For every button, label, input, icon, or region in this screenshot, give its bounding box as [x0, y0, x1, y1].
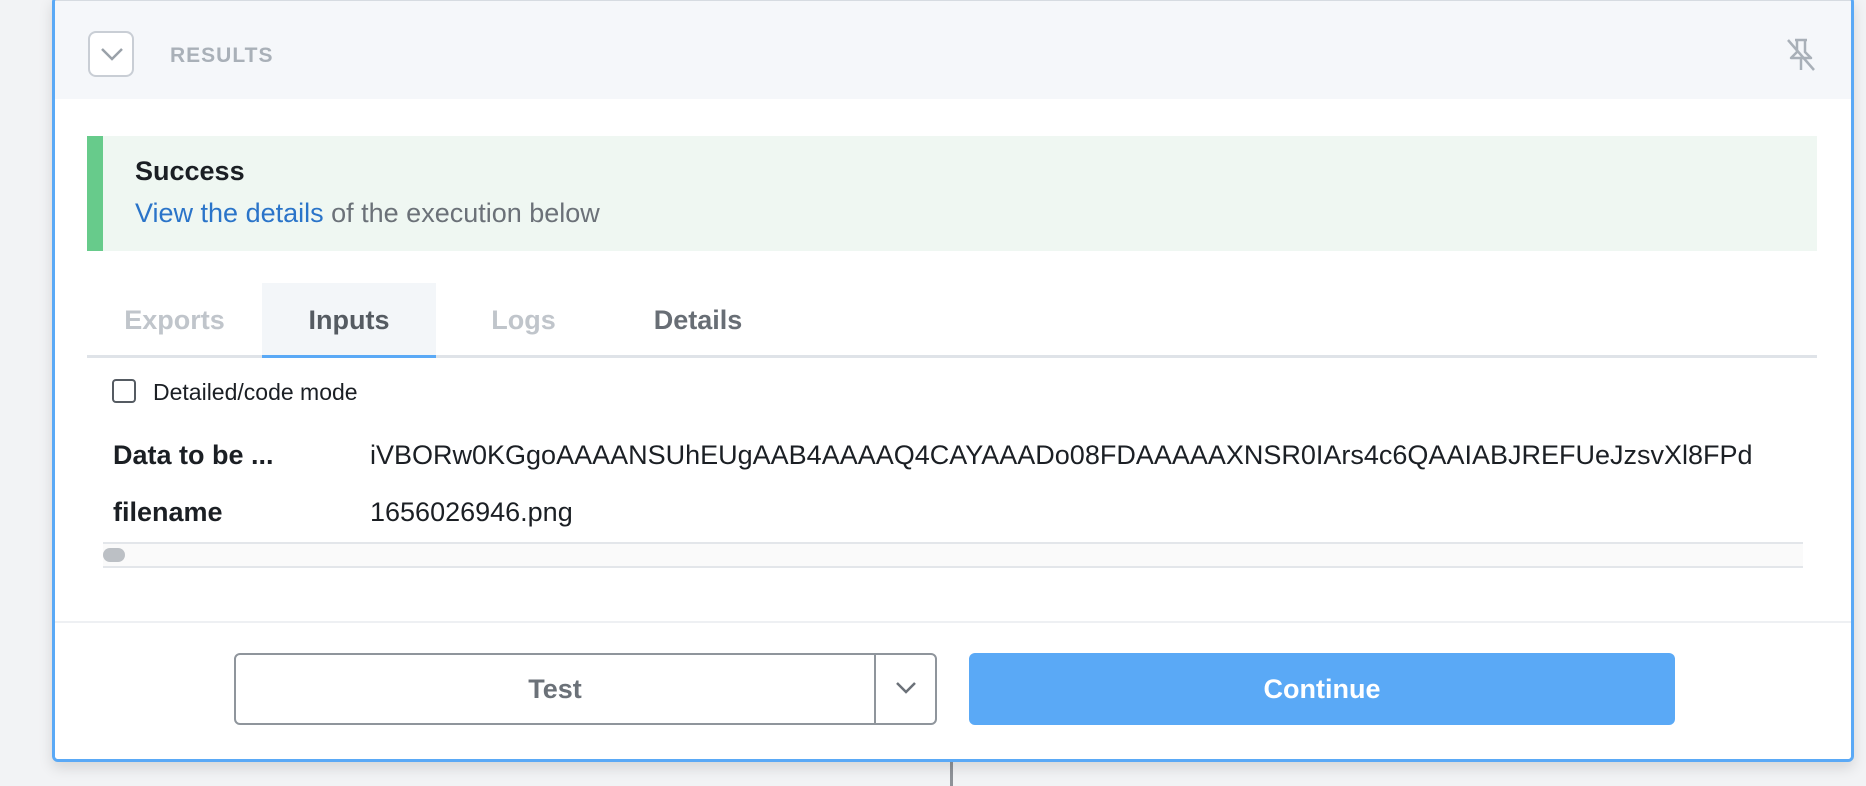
input-value: 1656026946.png: [370, 497, 573, 527]
results-header: RESULTS: [55, 0, 1851, 99]
input-key: Data to be ...: [113, 440, 274, 470]
scrollbar-thumb[interactable]: [103, 548, 125, 562]
tab-inputs[interactable]: Inputs: [262, 283, 436, 358]
results-title: RESULTS: [170, 44, 274, 67]
input-value: iVBORw0KGgoAAAANSUhEUgAAB4AAAAQ4CAYAAADo…: [370, 440, 1753, 470]
tab-details[interactable]: Details: [611, 283, 785, 358]
view-details-link[interactable]: View the details: [135, 198, 324, 228]
tab-exports[interactable]: Exports: [87, 283, 262, 358]
success-callout: Success View the details of the executio…: [87, 136, 1817, 251]
code-mode-label: Detailed/code mode: [153, 379, 358, 405]
code-mode-checkbox[interactable]: [112, 379, 136, 403]
action-footer: Test Continue: [55, 621, 1851, 759]
continue-button[interactable]: Continue: [969, 653, 1675, 725]
unpin-icon[interactable]: [1785, 37, 1817, 73]
results-tabs: Exports Inputs Logs Details: [87, 283, 1817, 358]
tab-logs[interactable]: Logs: [436, 283, 611, 358]
workflow-canvas: RESULTS Success View the details of the …: [0, 0, 1866, 786]
test-split-button: Test: [234, 653, 937, 725]
success-title: Success: [135, 156, 245, 186]
collapse-button[interactable]: [88, 31, 134, 77]
results-panel: RESULTS Success View the details of the …: [52, 0, 1854, 762]
success-message: View the details of the execution below: [135, 198, 600, 229]
success-message-rest: of the execution below: [323, 198, 600, 228]
chevron-down-icon: [101, 48, 123, 61]
chevron-down-icon: [896, 682, 916, 694]
input-key: filename: [113, 497, 223, 527]
horizontal-scrollbar[interactable]: [103, 542, 1803, 568]
test-options-dropdown[interactable]: [874, 655, 937, 723]
test-button[interactable]: Test: [236, 655, 874, 723]
